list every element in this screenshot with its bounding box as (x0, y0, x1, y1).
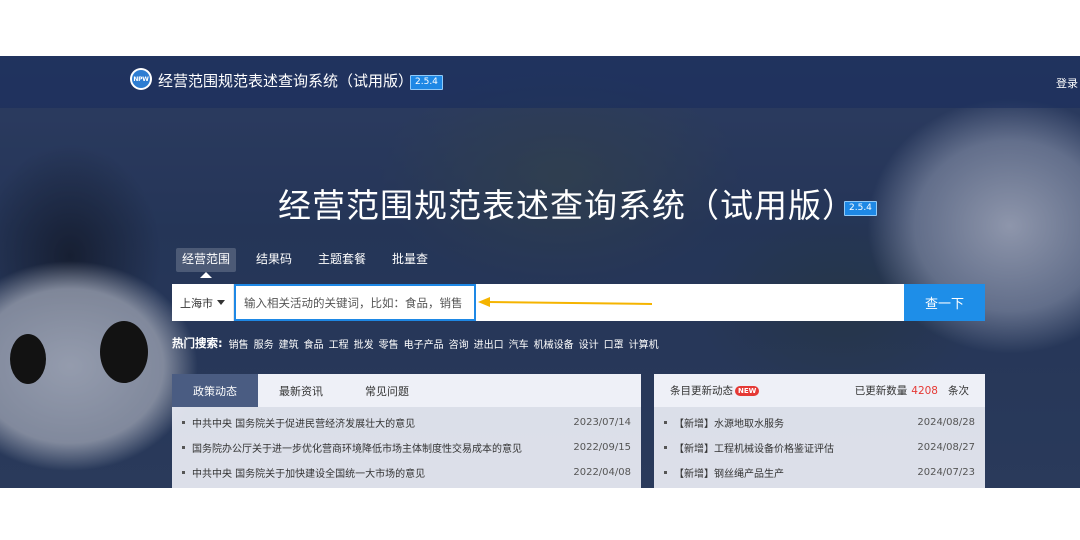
hot-term[interactable]: 服务 (254, 336, 274, 351)
updates-title: 条目更新动态 (670, 385, 733, 397)
page-background: NPW 经营范围规范表述查询系统（试用版） 2.5.4 登录 经营范围规范表述查… (0, 56, 1080, 488)
site-title[interactable]: 经营范围规范表述查询系统（试用版） (158, 70, 413, 91)
new-badge: NEW (735, 385, 760, 396)
logo-mark: NPW (132, 70, 150, 88)
bullet-icon (182, 421, 185, 424)
update-tag: 【新增】 (674, 444, 714, 455)
bullet-icon (664, 471, 667, 474)
news-date: 2023/07/14 (573, 417, 631, 428)
tab-result-code[interactable]: 结果码 (250, 248, 298, 272)
list-item[interactable]: 中共中央 国务院关于加快建设全国统一大市场的意见 2022/04/08 (172, 460, 641, 485)
tab-batch-search[interactable]: 批量查 (386, 248, 434, 272)
update-title: 工程机械设备价格鉴证评估 (714, 444, 834, 455)
annotation-arrow-icon (478, 297, 653, 307)
list-item[interactable]: 【新增】 钢丝绳产品生产 2024/07/23 (654, 460, 985, 485)
news-panel: 政策动态 最新资讯 常见问题 中共中央 国务院关于促进民营经济发展壮大的意见 2… (172, 374, 641, 488)
hot-term[interactable]: 工程 (329, 336, 349, 351)
update-date: 2024/08/27 (917, 442, 975, 453)
updates-panel: 条目更新动态 NEW 已更新数量 4208 条次 【新增】 水源地取水服务 20… (654, 374, 985, 488)
panda-eye-left (10, 334, 46, 384)
update-date: 2024/07/23 (917, 467, 975, 478)
updates-panel-header: 条目更新动态 NEW 已更新数量 4208 条次 (654, 374, 985, 407)
hot-term[interactable]: 设计 (579, 336, 599, 351)
tab-faq[interactable]: 常见问题 (344, 374, 430, 407)
hero-title: 经营范围规范表述查询系统（试用版） (278, 186, 856, 225)
search-button[interactable]: 查一下 (904, 284, 985, 321)
bullet-icon (664, 421, 667, 424)
list-item[interactable]: 国务院办公厅关于进一步优化营商环境降低市场主体制度性交易成本的意见 2022/0… (172, 435, 641, 460)
search-input[interactable] (236, 286, 474, 319)
login-link[interactable]: 登录 (1056, 75, 1078, 91)
city-select[interactable]: 上海市 (172, 284, 234, 321)
bullet-icon (182, 471, 185, 474)
update-tag: 【新增】 (674, 469, 714, 480)
updates-count-label: 已更新数量 (854, 385, 908, 397)
hot-term[interactable]: 销售 (229, 336, 249, 351)
updates-list: 【新增】 水源地取水服务 2024/08/28 【新增】 工程机械设备价格鉴证评… (654, 407, 985, 485)
hot-search-label: 热门搜索: (172, 336, 223, 350)
hero-version-badge: 2.5.4 (844, 201, 877, 216)
list-item[interactable]: 【新增】 工程机械设备价格鉴证评估 2024/08/27 (654, 435, 985, 460)
bullet-icon (182, 446, 185, 449)
hot-term[interactable]: 汽车 (509, 336, 529, 351)
hot-term[interactable]: 进出口 (474, 336, 504, 351)
update-title: 水源地取水服务 (714, 419, 784, 430)
news-title: 中共中央 国务院关于促进民营经济发展壮大的意见 (192, 419, 416, 430)
tab-theme-package[interactable]: 主题套餐 (312, 248, 372, 272)
list-item[interactable]: 【新增】 水源地取水服务 2024/08/28 (654, 410, 985, 435)
hot-term[interactable]: 批发 (354, 336, 374, 351)
news-list: 中共中央 国务院关于促进民营经济发展壮大的意见 2023/07/14 国务院办公… (172, 407, 641, 485)
hot-term[interactable]: 计算机 (629, 336, 659, 351)
tab-policy-news[interactable]: 政策动态 (172, 374, 258, 407)
update-title: 钢丝绳产品生产 (714, 469, 784, 480)
hot-term[interactable]: 咨询 (449, 336, 469, 351)
news-title: 国务院办公厅关于进一步优化营商环境降低市场主体制度性交易成本的意见 (192, 444, 522, 455)
update-date: 2024/08/28 (917, 417, 975, 428)
hot-term[interactable]: 零售 (379, 336, 399, 351)
hot-term[interactable]: 机械设备 (534, 336, 574, 351)
search-input-wrapper (234, 284, 476, 321)
news-date: 2022/04/08 (573, 467, 631, 478)
hot-term[interactable]: 电子产品 (404, 336, 444, 351)
hot-term[interactable]: 口罩 (604, 336, 624, 351)
news-title: 中共中央 国务院关于加快建设全国统一大市场的意见 (192, 469, 426, 480)
version-badge: 2.5.4 (410, 75, 443, 90)
search-tabs: 经营范围 结果码 主题套餐 批量查 (176, 248, 448, 278)
tab-latest-info[interactable]: 最新资讯 (258, 374, 344, 407)
hot-term[interactable]: 建筑 (279, 336, 299, 351)
hot-search: 热门搜索: 销售 服务 建筑 食品 工程 批发 零售 电子产品 咨询 进出口 汽… (172, 335, 664, 351)
news-date: 2022/09/15 (573, 442, 631, 453)
updates-count-unit: 条次 (948, 385, 969, 397)
updates-count: 4208 (911, 384, 938, 397)
site-logo-icon[interactable]: NPW (130, 68, 152, 90)
news-panel-tabs: 政策动态 最新资讯 常见问题 (172, 374, 641, 407)
caret-down-icon (217, 300, 225, 305)
hot-term[interactable]: 食品 (304, 336, 324, 351)
city-select-value: 上海市 (180, 296, 213, 310)
list-item[interactable]: 中共中央 国务院关于促进民营经济发展壮大的意见 2023/07/14 (172, 410, 641, 435)
panda-eye-right (100, 321, 148, 383)
top-navigation-bar: NPW 经营范围规范表述查询系统（试用版） 2.5.4 登录 (0, 56, 1080, 108)
tab-business-scope[interactable]: 经营范围 (176, 248, 237, 278)
bullet-icon (664, 446, 667, 449)
update-tag: 【新增】 (674, 419, 714, 430)
